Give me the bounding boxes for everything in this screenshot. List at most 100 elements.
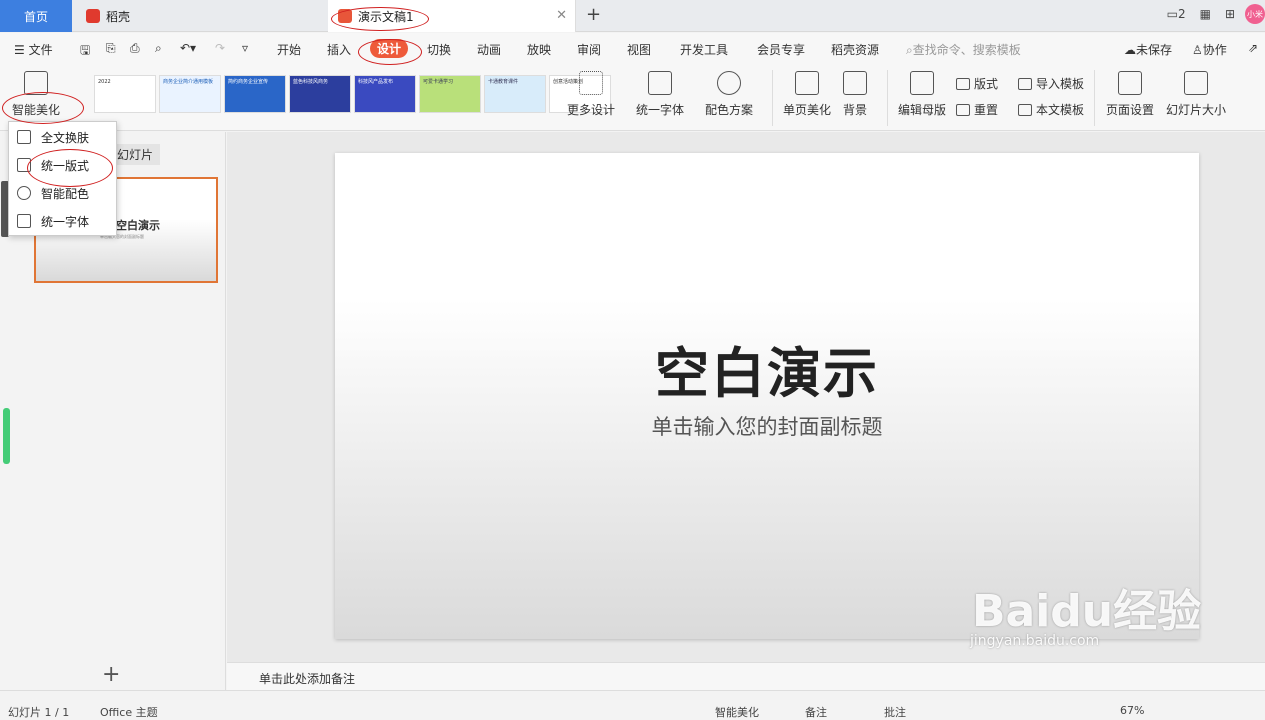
color-scheme-button[interactable]: 配色方案 — [705, 71, 753, 118]
annotation-oval — [2, 92, 84, 124]
page-beautify-button[interactable]: 单页美化 — [783, 71, 831, 118]
undo-icon[interactable]: ↶▾ — [180, 41, 196, 55]
status-notes-button[interactable]: 备注 — [805, 704, 827, 720]
menu-animation[interactable]: 动画 — [477, 41, 501, 58]
save-icon[interactable]: 🖫 — [80, 41, 90, 62]
design-ribbon: 智能美化 2022 商务企业简介通用模板 简约商务企业宣传 蓝色科技风商务 科技… — [0, 65, 1265, 131]
menu-insert[interactable]: 插入 — [327, 41, 351, 58]
tab-home[interactable]: 首页 — [0, 0, 72, 32]
grid-icon[interactable]: ▦ — [1200, 7, 1211, 21]
menu-item-label: 统一字体 — [41, 214, 90, 229]
side-handle[interactable] — [3, 408, 10, 464]
template-thumb-label: 蓝色科技风商务 — [293, 79, 329, 85]
template-thumb[interactable]: 蓝色科技风商务 — [289, 75, 351, 113]
export-icon[interactable]: ⎘ — [106, 41, 116, 56]
palette-icon — [717, 71, 741, 95]
menu-developer[interactable]: 开发工具 — [680, 41, 728, 58]
template-icon — [1018, 103, 1032, 116]
theme-name: Office 主题 — [100, 706, 158, 719]
menu-member[interactable]: 会员专享 — [757, 41, 805, 58]
menu-item-unify-font[interactable]: 统一字体 — [9, 207, 116, 235]
doc-template-button[interactable]: 本文模板 — [1018, 101, 1084, 118]
import-template-button[interactable]: 导入模板 — [1018, 75, 1084, 92]
tab-home-label: 首页 — [23, 9, 48, 24]
daoke-logo-icon — [86, 9, 100, 23]
layout-button[interactable]: 版式 — [956, 75, 998, 92]
tab-daoke[interactable]: 稻壳 — [74, 0, 326, 32]
edit-master-button[interactable]: 编辑母版 — [898, 71, 946, 118]
menu-item-full-reskin[interactable]: 全文换肤 — [9, 123, 116, 151]
slide-size-button[interactable]: 幻灯片大小 — [1166, 71, 1226, 118]
watermark-url: jingyan.baidu.com — [970, 633, 1100, 649]
template-thumb[interactable]: 简约商务企业宣传 — [224, 75, 286, 113]
template-thumb-label: 科技风产品发布 — [358, 79, 394, 85]
template-thumb-label: 简约商务企业宣传 — [228, 79, 269, 85]
divider — [1094, 70, 1095, 126]
layout-label: 版式 — [974, 77, 999, 91]
divider — [772, 70, 773, 126]
share-icon[interactable]: ⇗ — [1248, 41, 1258, 55]
template-thumb[interactable]: 商务企业简介通用模板 — [159, 75, 221, 113]
page-setup-label: 页面设置 — [1106, 103, 1155, 117]
slide-title[interactable]: 空白演示 — [335, 329, 1199, 408]
template-thumb[interactable]: 卡通教育课件 — [484, 75, 546, 113]
add-slide-icon[interactable]: + — [102, 662, 120, 687]
window-icons: ▭2 ▦ ⊞ — [1167, 7, 1235, 21]
more-designs-label: 更多设计 — [567, 103, 616, 117]
new-tab-icon[interactable]: + — [586, 4, 601, 25]
menu-view[interactable]: 视图 — [627, 41, 651, 58]
menu-review[interactable]: 审阅 — [577, 41, 601, 58]
menu-item-label: 全文换肤 — [41, 130, 90, 145]
template-gallery: 2022 商务企业简介通用模板 简约商务企业宣传 蓝色科技风商务 科技风产品发布… — [94, 75, 611, 113]
menu-transition[interactable]: 切换 — [427, 41, 451, 58]
font-icon — [17, 214, 31, 228]
print-icon[interactable]: ⎙ — [130, 41, 140, 56]
menu-start[interactable]: 开始 — [277, 41, 301, 58]
notes-bar[interactable]: 单击此处添加备注 — [227, 662, 1265, 690]
template-thumb[interactable]: 科技风产品发布 — [354, 75, 416, 113]
collab-button[interactable]: ♙协作 — [1192, 41, 1227, 58]
page-setup-button[interactable]: 页面设置 — [1106, 71, 1154, 118]
notes-placeholder: 单击此处添加备注 — [259, 672, 356, 686]
gear-icon — [1118, 71, 1142, 95]
search-icon: ⌕ — [906, 43, 913, 57]
reskin-icon — [17, 130, 31, 144]
apps-icon[interactable]: ⊞ — [1225, 7, 1235, 21]
search-input[interactable]: ⌕查找命令、搜索模板 — [906, 41, 1021, 58]
window-switch-icon[interactable]: ▭2 — [1167, 7, 1186, 21]
menu-slideshow[interactable]: 放映 — [527, 41, 551, 58]
background-button[interactable]: 背景 — [843, 71, 867, 118]
redo-icon[interactable]: ↷ — [215, 41, 225, 55]
template-thumb[interactable]: 2022 — [94, 75, 156, 113]
status-smart-button[interactable]: 智能美化 — [715, 704, 759, 720]
unify-font-button[interactable]: 统一字体 — [636, 71, 684, 118]
status-comment-button[interactable]: 批注 — [884, 704, 906, 720]
slide-size-icon — [1184, 71, 1208, 95]
slides-tab[interactable]: 幻灯片 — [110, 144, 161, 165]
file-menu[interactable]: ☰ 文件 — [14, 41, 53, 58]
close-icon[interactable]: ✕ — [556, 8, 567, 23]
font-icon — [648, 71, 672, 95]
collab-label: 协作 — [1202, 43, 1227, 57]
template-thumb[interactable]: 可爱卡通学习 — [419, 75, 481, 113]
template-thumb-label: 卡通教育课件 — [488, 79, 519, 85]
thumbnail-title: 空白演示 — [116, 219, 160, 232]
menu-daoke-resources[interactable]: 稻壳资源 — [831, 41, 879, 58]
avatar[interactable]: 小米 — [1245, 4, 1265, 24]
status-bar: 幻灯片 1 / 1 Office 主题 智能美化 备注 批注 67% — [0, 690, 1265, 719]
slide-size-label: 幻灯片大小 — [1166, 103, 1227, 117]
page-icon — [795, 71, 819, 95]
watermark-brand: Baidu经验 — [972, 586, 1202, 637]
page-indicator: 幻灯片 1 / 1 — [8, 706, 70, 719]
color-scheme-label: 配色方案 — [705, 103, 754, 117]
slide-subtitle[interactable]: 单击输入您的封面副标题 — [335, 411, 1199, 441]
unsaved-status[interactable]: ☁未保存 — [1124, 41, 1172, 58]
slide[interactable]: 空白演示 单击输入您的封面副标题 — [335, 153, 1199, 639]
more-designs-button[interactable]: 更多设计 — [567, 71, 615, 118]
layout-icon — [956, 77, 970, 90]
preview-icon[interactable]: ⌕ — [155, 41, 162, 56]
template-thumb-label: 2022 — [98, 79, 111, 85]
import-template-label: 导入模板 — [1036, 77, 1085, 91]
customize-icon[interactable]: ▿ — [242, 41, 248, 55]
reset-button[interactable]: 重置 — [956, 101, 998, 118]
